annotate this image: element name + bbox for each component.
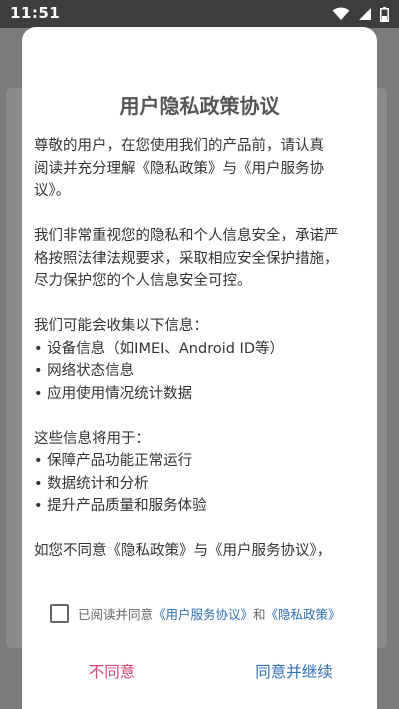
- text-line: 议》。: [34, 183, 71, 199]
- text-line: 阅读并充分理解《隐私政策》与《用户服务协: [34, 160, 324, 177]
- status-bar: 11:51: [0, 0, 399, 28]
- agree-continue-button[interactable]: 同意并继续: [234, 660, 354, 682]
- text-line: 格按照法律法规要求，采取相应安全保护措施，: [34, 250, 339, 267]
- list-item: • 数据统计和分析: [34, 475, 149, 492]
- list-item: • 网络状态信息: [34, 363, 135, 379]
- collect-heading: 我们可能会收集以下信息：: [34, 318, 208, 334]
- text-line: 如您不同意《隐私政策》与《用户服务协议》，: [34, 543, 332, 559]
- text-line: 尽力保护您的个人信息安全可控。: [34, 273, 252, 289]
- battery-icon: [380, 6, 389, 22]
- agreement-conjunction: 和: [253, 606, 266, 622]
- closing-paragraph: 如您不同意《隐私政策》与《用户服务协议》，: [34, 540, 365, 563]
- agreement-row: 已阅读并同意《用户服务协议》和《隐私政策》: [50, 602, 341, 624]
- agreement-prefix: 已阅读并同意: [78, 606, 154, 622]
- list-item: • 保障产品功能正常运行: [34, 453, 193, 469]
- list-item: • 提升产品质量和服务体验: [34, 498, 207, 514]
- signal-icon: [359, 8, 371, 20]
- agreement-text: 已阅读并同意《用户服务协议》和《隐私政策》: [78, 604, 341, 623]
- usage-heading: 这些信息将用于：: [34, 430, 150, 447]
- collect-section: 我们可能会收集以下信息： • 设备信息（如IMEI、Android ID等） •…: [34, 315, 365, 405]
- intro-paragraph: 尊敬的用户，在您使用我们的产品前，请认真 阅读并充分理解《隐私政策》与《用户服务…: [34, 135, 365, 203]
- text-line: 尊敬的用户，在您使用我们的产品前，请认真: [34, 138, 324, 154]
- terms-link[interactable]: 《用户服务协议》: [153, 607, 253, 622]
- text-line: 我们非常重视您的隐私和个人信息安全，承诺严: [34, 228, 339, 244]
- privacy-link[interactable]: 《隐私政策》: [266, 607, 341, 622]
- wifi-icon: [332, 7, 350, 20]
- dialog-title: 用户隐私政策协议: [119, 94, 280, 118]
- commitment-paragraph: 我们非常重视您的隐私和个人信息安全，承诺严 格按照法律法规要求，采取相应安全保护…: [34, 225, 365, 293]
- agree-checkbox[interactable]: [50, 603, 69, 623]
- status-time: 11:51: [10, 4, 61, 22]
- disagree-button[interactable]: 不同意: [62, 660, 162, 682]
- list-item: • 设备信息（如IMEI、Android ID等）: [34, 340, 284, 357]
- privacy-dialog: 用户隐私政策协议 尊敬的用户，在您使用我们的产品前，请认真 阅读并充分理解《隐私…: [22, 27, 377, 709]
- status-icons: [332, 6, 389, 22]
- list-item: • 应用使用情况统计数据: [34, 385, 193, 402]
- usage-section: 这些信息将用于： • 保障产品功能正常运行 • 数据统计和分析 • 提升产品质量…: [34, 428, 365, 518]
- policy-text-scroll[interactable]: 尊敬的用户，在您使用我们的产品前，请认真 阅读并充分理解《隐私政策》与《用户服务…: [34, 135, 365, 577]
